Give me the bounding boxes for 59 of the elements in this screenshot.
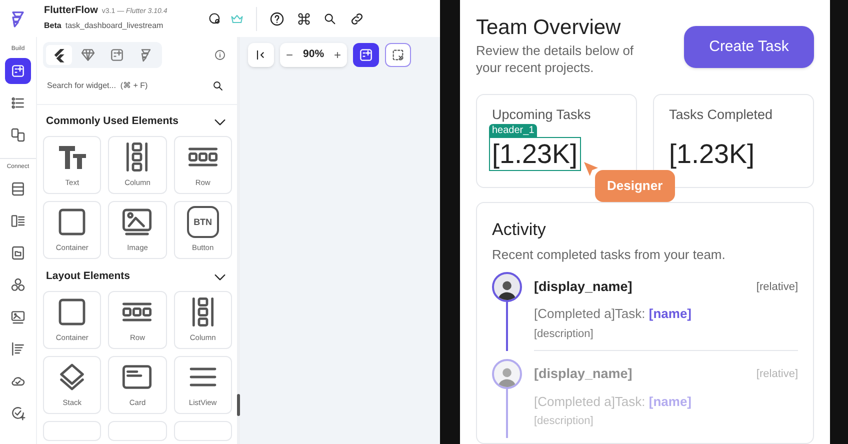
activity-subtitle: Recent completed tasks from your team. xyxy=(492,246,726,264)
widget-tile[interactable] xyxy=(108,421,167,441)
database-icon xyxy=(10,181,26,197)
link-icon[interactable] xyxy=(349,10,365,26)
add-widget-icon xyxy=(109,47,125,63)
check-plus-icon xyxy=(10,405,26,421)
avatar xyxy=(492,359,522,390)
project-name: task_dashboard_livestream xyxy=(65,20,164,32)
search-icon[interactable] xyxy=(323,12,337,26)
stat-label: Tasks Completed xyxy=(668,107,774,123)
task-line: [Completed a]Task: [name] xyxy=(534,305,693,324)
selection-label: header_1 xyxy=(489,124,538,137)
gem-icon xyxy=(80,47,96,63)
scrollbar-thumb[interactable] xyxy=(237,394,240,416)
folder-icon xyxy=(10,245,26,261)
app-name: FlutterFlow xyxy=(44,4,98,18)
nodes-icon xyxy=(10,277,26,293)
task-description: [description] xyxy=(534,414,594,429)
zoom-in-button[interactable]: + xyxy=(334,46,342,64)
search-icon xyxy=(212,80,224,92)
cursor-pointer-icon xyxy=(584,162,598,176)
channel-label: Beta xyxy=(44,20,62,32)
search-field[interactable]: Search for widget... (⌘ + F) xyxy=(47,80,197,92)
display-name: [display_name] xyxy=(534,365,632,384)
panel-tab[interactable] xyxy=(46,45,72,65)
stat-value: [1.23K] xyxy=(668,138,756,170)
relative-time: [relative] xyxy=(756,280,798,295)
create-task-button[interactable]: Create Task xyxy=(684,26,814,68)
zoom-level: 90% xyxy=(303,47,324,62)
text-lines-icon xyxy=(10,341,26,357)
collapse-button[interactable] xyxy=(248,43,274,67)
activity-title: Activity xyxy=(492,219,547,241)
task-line: [Completed a]Task: [name] xyxy=(534,392,693,411)
selection-tool-button[interactable] xyxy=(385,43,412,67)
zoom-out-button[interactable]: − xyxy=(286,46,294,64)
pages-icon xyxy=(10,127,26,143)
add-widget-icon xyxy=(10,63,26,79)
page-title: Team Overview xyxy=(476,15,622,41)
relative-time: [relative] xyxy=(756,367,798,382)
collaborator-cursor-label: Designer xyxy=(595,170,675,202)
help-icon[interactable] xyxy=(269,10,285,26)
dashed-selection-icon xyxy=(391,48,406,62)
info-icon[interactable] xyxy=(214,49,226,61)
task-description: [description] xyxy=(534,326,594,342)
add-widget-icon xyxy=(358,47,374,63)
schema-icon xyxy=(10,213,26,229)
group-title: Commonly Used Elements xyxy=(46,114,178,130)
command-icon[interactable] xyxy=(297,12,311,26)
list-icon xyxy=(10,95,26,111)
group-title: Layout Elements xyxy=(46,269,130,284)
widget-tile[interactable] xyxy=(174,421,232,441)
add-widget-button[interactable] xyxy=(353,43,380,67)
stat-label: Upcoming Tasks xyxy=(491,107,592,123)
widget-tile[interactable] xyxy=(43,421,102,441)
rail-item[interactable] xyxy=(5,58,31,84)
button-widget-icon: BTN xyxy=(186,206,219,238)
display-name: [display_name] xyxy=(534,278,632,296)
page-subtitle: Review the details below of your recent projects. xyxy=(476,42,635,76)
image-icon xyxy=(10,309,26,325)
